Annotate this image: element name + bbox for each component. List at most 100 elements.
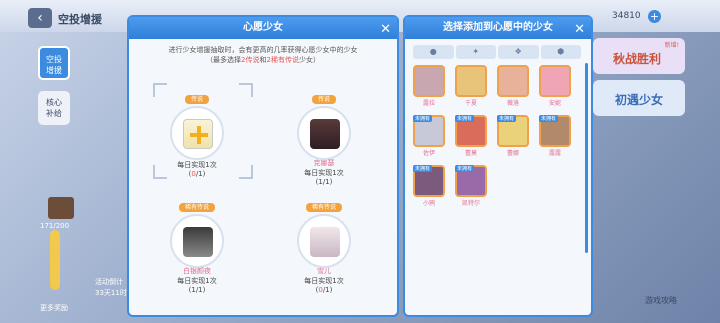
limit-legend: 2传说 (241, 56, 260, 64)
cnt-post: /1) (195, 170, 206, 178)
girl-card[interactable]: 千夏 (453, 65, 489, 107)
progress-bar (50, 230, 60, 290)
daily-limit: 每日实现1次 (177, 277, 217, 285)
frame-corner (239, 165, 253, 179)
girl-avatar: 未拥有 (455, 115, 487, 147)
select-panel-title: 选择添加到心愿中的少女 (443, 22, 553, 33)
wish-slot-rare-1[interactable]: 稀有传说 白银颜夜 每日实现1次 (1/1) (162, 203, 232, 294)
plus-icon (190, 126, 208, 144)
girl-card[interactable]: 未拥有凯特尔 (453, 165, 489, 207)
cnt-post: /1) (195, 286, 206, 294)
girl-card[interactable]: 露拉 (411, 65, 447, 107)
filter-tabs: ● ✦ ❖ ⬢ (413, 45, 581, 59)
daily-limit: 每日实现1次 (304, 169, 344, 177)
girl-portrait (183, 227, 213, 257)
select-panel: 选择添加到心愿中的少女 ✕ ● ✦ ❖ ⬢ 露拉 千夏 薇洛 安妮 未拥有 佐伊 未拥有 蕾莫… (403, 15, 593, 317)
unowned-badge: 未拥有 (455, 165, 475, 172)
slot-count: (1/1) (289, 178, 359, 186)
girl-card[interactable]: 安妮 (537, 65, 573, 107)
girl-card[interactable]: 薇洛 (495, 65, 531, 107)
girl-name: 千夏 (464, 100, 477, 107)
limit-post: 少女） (298, 56, 320, 64)
slot-count: (0/1) (162, 170, 232, 178)
girl-avatar: 未拥有 (539, 115, 571, 147)
girl-avatar (455, 65, 487, 97)
banner-first-meet-label: 初遇少女 (615, 93, 664, 107)
close-icon[interactable]: ✕ (574, 19, 585, 41)
girl-avatar (413, 65, 445, 97)
game-guide-button[interactable]: 游戏攻略 (645, 295, 677, 306)
slot-count: (1/1) (162, 286, 232, 294)
progress-text: 171/200 (40, 222, 70, 230)
girl-name: 安妮 (548, 100, 561, 107)
wish-limit-note: （最多选择2传说和2稀有传说少女） (129, 55, 397, 65)
wish-slot-rare-2[interactable]: 稀有传说 雪儿 每日实现1次 (0/1) (289, 203, 359, 294)
wish-slot-legend-1[interactable]: 传说 每日实现1次 (0/1) (162, 95, 232, 178)
rarity-tag: 稀有传说 (305, 203, 342, 212)
rarity-tag: 传说 (184, 95, 209, 104)
unowned-badge: 未拥有 (539, 115, 559, 122)
girl-card[interactable]: 未拥有 小鸦 (411, 165, 447, 207)
limit-pre: （最多选择 (206, 56, 242, 64)
slot-ring (297, 106, 351, 160)
girl-name: 薇洛 (506, 100, 519, 107)
tab-core-label: 核心补给 (46, 98, 62, 118)
cnt-post: /1) (322, 286, 333, 294)
girl-name: 凯特尔 (461, 200, 480, 207)
girl-name: 佐伊 (422, 150, 435, 157)
scrollbar[interactable] (585, 63, 588, 253)
select-panel-header: 选择添加到心愿中的少女 ✕ (405, 17, 591, 39)
girl-card[interactable]: 未拥有佐伊 (411, 115, 447, 157)
slot-ring (170, 214, 224, 268)
girl-card[interactable]: 未拥有蕾娜 (495, 115, 531, 157)
filter-tab-2[interactable]: ✦ (455, 45, 496, 59)
girl-name: 蕾莫 (464, 150, 477, 157)
girl-name: 蕾娜 (506, 150, 519, 157)
more-rewards-button[interactable]: 更多奖励 (40, 303, 68, 313)
new-badge: 新增! (664, 42, 679, 49)
back-button[interactable]: ‹ (28, 8, 52, 28)
wish-panel-title: 心愿少女 (243, 22, 283, 33)
girl-name: 小鸦 (422, 200, 435, 207)
unowned-badge: 未拥有 (497, 115, 517, 122)
event-countdown-time: 33天11时 (95, 289, 127, 297)
daily-limit: 每日实现1次 (304, 277, 344, 285)
filter-tab-3[interactable]: ❖ (498, 45, 539, 59)
chest-icon[interactable] (48, 197, 74, 219)
girl-card[interactable]: 未拥有蕾莫 (453, 115, 489, 157)
limit-rare-legend: 2稀有传说 (266, 56, 299, 64)
girl-avatar (497, 65, 529, 97)
girl-avatar: 未拥有 (413, 165, 445, 197)
wish-slot-legend-2[interactable]: 传说 克娜瑟 每日实现1次 (1/1) (289, 95, 359, 186)
girl-avatar (539, 65, 571, 97)
unowned-badge: 未拥有 (455, 115, 475, 122)
girl-card[interactable]: 未拥有露露 (537, 115, 573, 157)
currency-amount: 34810 (612, 11, 641, 21)
page-title: 空投增援 (58, 13, 102, 26)
banner-first-meet[interactable]: 初遇少女 (593, 80, 685, 116)
cnt-post: /1) (322, 178, 333, 186)
wish-description: 进行少女增援抽取时，会有更高的几率获得心愿少女中的少女 (168, 46, 358, 54)
tab-core-supply[interactable]: 核心补给 (38, 91, 70, 125)
close-icon[interactable]: ✕ (380, 19, 391, 41)
event-countdown-label: 活动倒计 (95, 278, 123, 286)
girl-avatar: 未拥有 (455, 165, 487, 197)
slot-ring (297, 214, 351, 268)
rarity-tag: 稀有传说 (178, 203, 215, 212)
banner-victory[interactable]: 新增! 秋战胜利 (593, 38, 685, 74)
tab-airdrop[interactable]: 空投增援 (38, 46, 70, 80)
add-girl-button[interactable] (183, 119, 213, 149)
add-currency-button[interactable]: + (648, 10, 661, 23)
girl-name: 露露 (548, 150, 561, 157)
girl-name: 露拉 (422, 100, 435, 107)
girl-portrait (310, 227, 340, 257)
slot-ring (170, 106, 224, 160)
unowned-badge: 未拥有 (413, 115, 433, 122)
filter-tab-all[interactable]: ● (413, 45, 454, 59)
daily-limit: 每日实现1次 (177, 161, 217, 169)
girl-portrait (310, 119, 340, 149)
girl-avatar: 未拥有 (413, 115, 445, 147)
slot-count: (0/1) (289, 286, 359, 294)
filter-tab-4[interactable]: ⬢ (540, 45, 581, 59)
wish-panel-header: 心愿少女 ✕ (129, 17, 397, 39)
